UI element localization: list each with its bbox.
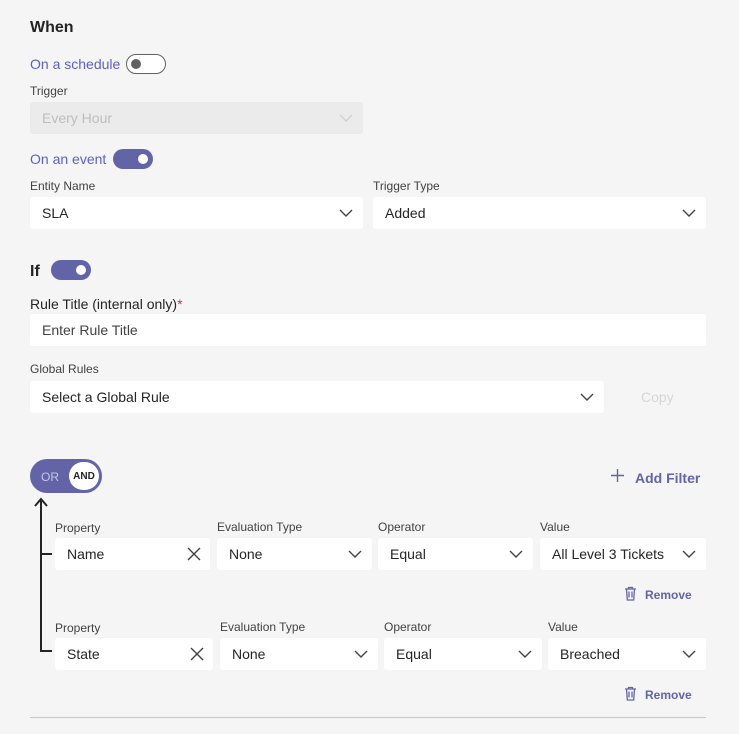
rule-title-label: Rule Title (internal only)* bbox=[30, 296, 183, 312]
entity-name-label: Entity Name bbox=[30, 179, 96, 193]
trash-icon bbox=[624, 586, 637, 604]
entity-name-value: SLA bbox=[42, 205, 69, 221]
property-input[interactable]: Name bbox=[55, 538, 210, 570]
when-heading: When bbox=[30, 19, 74, 36]
evaluation-type-value: None bbox=[229, 546, 263, 562]
property-value: State bbox=[67, 646, 100, 662]
toggle-knob bbox=[138, 154, 148, 164]
operator-value: Equal bbox=[390, 546, 426, 562]
rule-title-label-text: Rule Title (internal only) bbox=[30, 296, 178, 312]
chevron-down-icon bbox=[682, 209, 696, 217]
value-value: Breached bbox=[560, 646, 620, 662]
trash-icon bbox=[624, 686, 637, 704]
evaluation-type-dropdown[interactable]: None bbox=[217, 538, 372, 570]
add-filter-label: Add Filter bbox=[635, 470, 701, 486]
logic-connector-arrow bbox=[34, 497, 52, 652]
global-rules-value: Select a Global Rule bbox=[42, 389, 170, 405]
evaluation-type-value: None bbox=[232, 646, 266, 662]
remove-label: Remove bbox=[645, 588, 692, 602]
value-value: All Level 3 Tickets bbox=[552, 546, 665, 562]
property-value: Name bbox=[67, 546, 105, 562]
value-dropdown[interactable]: Breached bbox=[548, 638, 706, 670]
operator-value: Equal bbox=[396, 646, 432, 662]
trigger-type-dropdown[interactable]: Added bbox=[373, 197, 706, 229]
chevron-down-icon bbox=[682, 550, 696, 558]
value-label: Value bbox=[540, 520, 570, 534]
copy-button[interactable]: Copy bbox=[641, 389, 674, 405]
evaluation-type-label: Evaluation Type bbox=[220, 620, 306, 634]
remove-label: Remove bbox=[645, 688, 692, 702]
chevron-down-icon bbox=[509, 550, 523, 558]
trigger-type-value: Added bbox=[385, 205, 426, 221]
rule-title-input[interactable]: Enter Rule Title bbox=[30, 314, 706, 346]
if-toggle[interactable] bbox=[51, 260, 91, 280]
event-toggle[interactable] bbox=[113, 149, 153, 169]
entity-name-dropdown[interactable]: SLA bbox=[30, 197, 363, 229]
chevron-down-icon bbox=[682, 650, 696, 658]
on-schedule-label: On a schedule bbox=[30, 56, 121, 72]
value-label: Value bbox=[548, 620, 578, 634]
property-label: Property bbox=[55, 621, 101, 635]
remove-filter-button[interactable]: Remove bbox=[624, 686, 692, 704]
toggle-knob bbox=[76, 265, 86, 275]
section-divider bbox=[30, 717, 706, 718]
trigger-type-label: Trigger Type bbox=[373, 179, 440, 193]
rule-title-placeholder: Enter Rule Title bbox=[42, 322, 138, 338]
plus-icon bbox=[610, 468, 625, 488]
operator-label: Operator bbox=[384, 620, 432, 634]
value-dropdown[interactable]: All Level 3 Tickets bbox=[540, 538, 706, 570]
global-rules-dropdown[interactable]: Select a Global Rule bbox=[30, 381, 604, 413]
chevron-down-icon bbox=[580, 393, 594, 401]
required-mark: * bbox=[177, 296, 183, 312]
chevron-down-icon bbox=[348, 550, 362, 558]
property-input[interactable]: State bbox=[55, 638, 213, 670]
chevron-down-icon bbox=[518, 650, 532, 658]
evaluation-type-dropdown[interactable]: None bbox=[220, 638, 378, 670]
add-filter-button[interactable]: Add Filter bbox=[610, 468, 700, 488]
trigger-value: Every Hour bbox=[42, 110, 113, 126]
trigger-dropdown[interactable]: Every Hour bbox=[30, 102, 363, 134]
and-option[interactable]: AND bbox=[69, 462, 99, 490]
chevron-down-icon bbox=[339, 114, 353, 122]
or-option[interactable]: OR bbox=[41, 470, 59, 484]
clear-icon[interactable] bbox=[187, 547, 201, 561]
clear-icon[interactable] bbox=[190, 647, 204, 661]
or-and-switch[interactable]: OR AND bbox=[30, 459, 102, 493]
chevron-down-icon bbox=[339, 209, 353, 217]
chevron-down-icon bbox=[354, 650, 368, 658]
on-event-label: On an event bbox=[30, 151, 107, 167]
operator-dropdown[interactable]: Equal bbox=[378, 538, 533, 570]
operator-dropdown[interactable]: Equal bbox=[384, 638, 542, 670]
property-label: Property bbox=[55, 521, 101, 535]
toggle-knob bbox=[131, 59, 141, 69]
trigger-label: Trigger bbox=[30, 84, 68, 98]
operator-label: Operator bbox=[378, 520, 426, 534]
global-rules-label: Global Rules bbox=[30, 362, 99, 376]
remove-filter-button[interactable]: Remove bbox=[624, 586, 692, 604]
schedule-toggle[interactable] bbox=[126, 54, 166, 74]
evaluation-type-label: Evaluation Type bbox=[217, 520, 303, 534]
if-heading: If bbox=[30, 263, 40, 280]
